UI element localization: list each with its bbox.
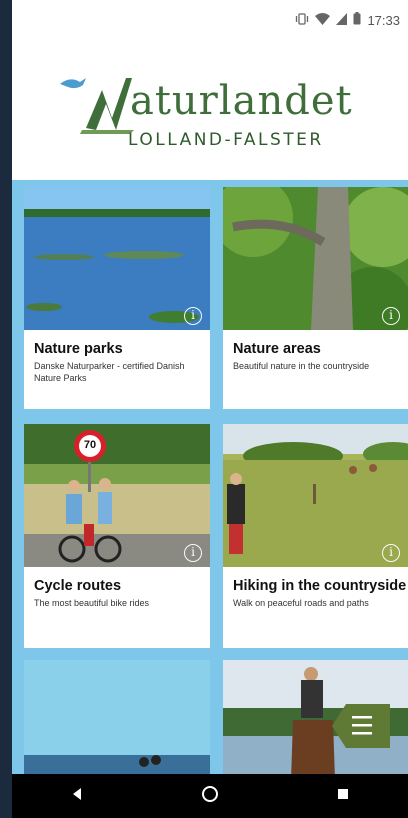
info-icon[interactable]: i [184,544,202,562]
info-icon[interactable]: i [382,307,400,325]
vibrate-icon [295,12,309,28]
card-nature-parks[interactable]: i Nature parks Danske Naturparker - cert… [24,187,210,409]
menu-button[interactable] [328,702,390,750]
card-hiking[interactable]: i Hiking in the countryside Walk on peac… [223,424,408,648]
app-screen: 17:33 aturlandet LOLLAND-FALSTER i Natur… [12,0,408,818]
card-description: Walk on peaceful roads and paths [233,598,369,608]
card-title: Hiking in the countryside [233,578,407,594]
logo-subtitle: LOLLAND-FALSTER [128,130,324,150]
logo-wordmark: aturlandet [130,78,353,124]
card-title: Cycle routes [34,578,122,594]
forest-tree-image [223,187,408,330]
speed-sign-text: 70 [83,439,97,451]
home-icon[interactable] [201,785,219,808]
lake-image [24,187,210,330]
card-cycle-routes[interactable]: 70 i Cycle routes The most beautiful bik… [24,424,210,648]
wifi-icon [315,12,331,28]
status-bar: 17:33 [12,0,408,40]
card-title: Nature areas [233,341,321,357]
back-icon[interactable] [70,787,84,806]
recents-icon[interactable] [336,787,350,806]
card-description: Danske Naturparker - certified Danish Na… [34,361,185,383]
card-title: Nature parks [34,341,123,357]
hiking-field-image [223,424,408,567]
card-description: The most beautiful bike rides [34,598,150,608]
beach-image [24,660,210,780]
card-description: Beautiful nature in the countryside [233,361,370,371]
card-beach[interactable] [24,660,210,780]
cyclists-image: 70 [24,424,210,567]
card-nature-areas[interactable]: i Nature areas Beautiful nature in the c… [223,187,408,409]
battery-icon [353,12,361,28]
menu-icon [332,704,390,748]
system-navigation-bar [12,774,408,818]
signal-icon [336,12,348,28]
status-time: 17:33 [367,12,400,28]
logo-bird-icon [60,78,134,134]
info-icon[interactable]: i [184,307,202,325]
info-icon[interactable]: i [382,544,400,562]
naturlandet-logo: aturlandet LOLLAND-FALSTER [12,60,408,170]
